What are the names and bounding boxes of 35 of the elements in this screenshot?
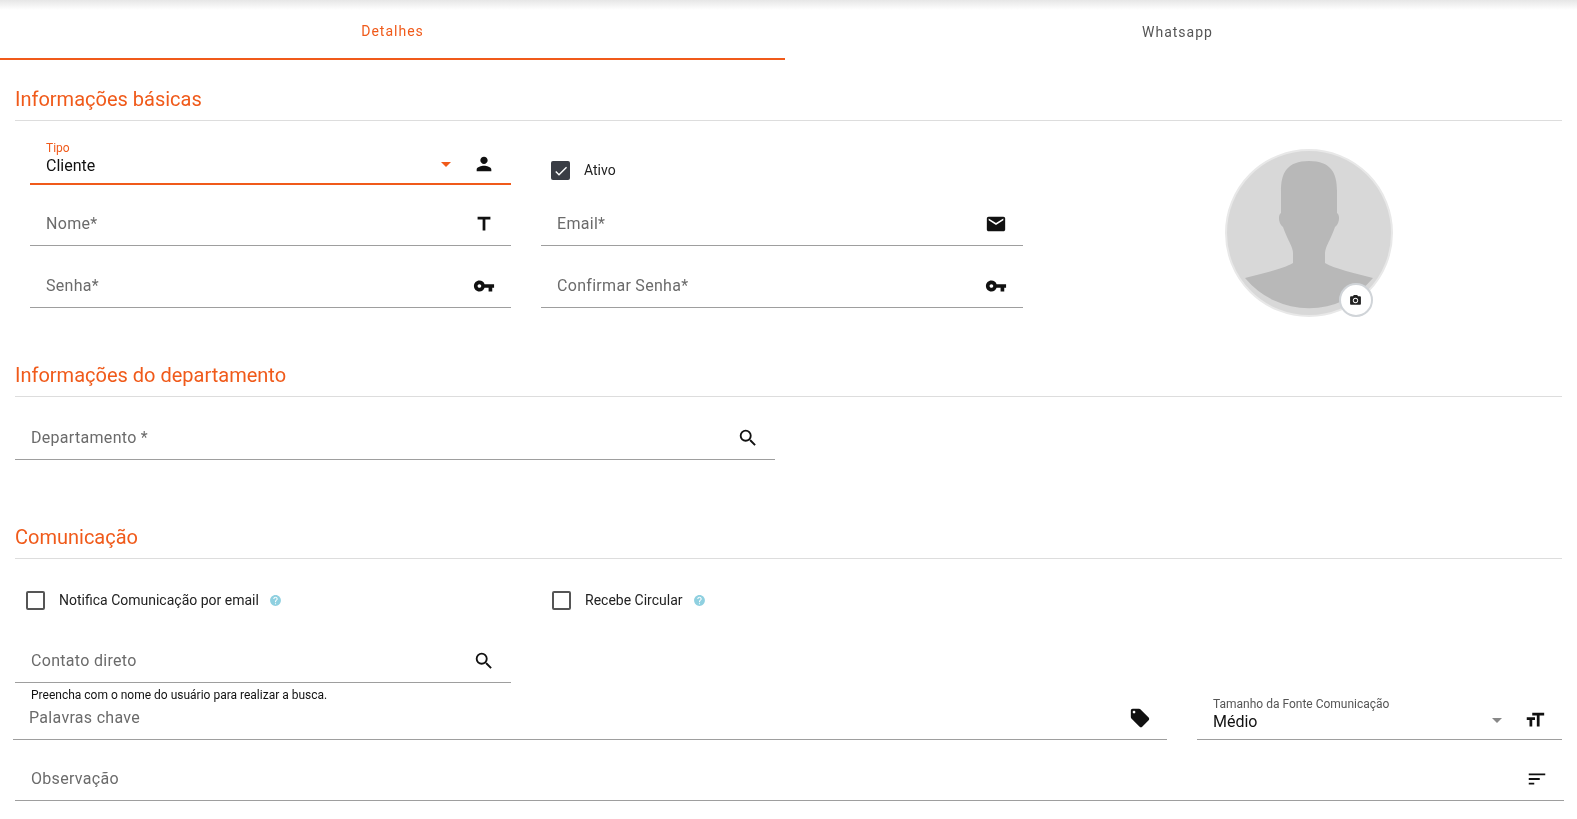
text-input[interactable]: Observação — [31, 766, 1526, 791]
input-field[interactable]: Observação — [15, 757, 1564, 801]
tab[interactable]: Whatsapp — [785, 10, 1570, 60]
input-field[interactable]: Senha* — [30, 264, 511, 308]
field-label: Tipo — [46, 141, 71, 155]
checkbox-label: Notifica Comunicação por email — [59, 591, 259, 610]
section-title: Comunicação — [15, 524, 139, 551]
select-field[interactable]: Tamanho da Fonte Comunicação Médio — [1197, 696, 1562, 740]
select-field[interactable]: Tipo Cliente — [30, 135, 511, 185]
checkbox[interactable] — [551, 161, 570, 180]
text-input[interactable]: Nome* — [46, 211, 473, 236]
section-title: Informações do departamento — [15, 362, 288, 389]
checkbox[interactable] — [552, 591, 571, 610]
text-input[interactable]: Confirmar Senha* — [557, 273, 985, 298]
field-label: Tamanho da Fonte Comunicação — [1213, 697, 1391, 711]
checkbox-label: Recebe Circular — [585, 591, 683, 610]
checkbox[interactable] — [26, 591, 45, 610]
text-input[interactable]: Email* — [557, 211, 985, 236]
text-input[interactable]: Contato direto — [31, 648, 473, 673]
tag-icon — [1129, 706, 1151, 729]
input-field[interactable]: Contato direto — [15, 639, 511, 683]
camera-icon — [1349, 293, 1362, 307]
dropdown-caret-icon — [1492, 718, 1502, 723]
field-value: Médio — [1213, 711, 1259, 733]
checkbox-label: Ativo — [584, 161, 616, 180]
input-field[interactable]: Confirmar Senha* — [541, 264, 1023, 308]
field-value: Cliente — [46, 155, 97, 177]
input-field[interactable]: Email* — [541, 202, 1023, 246]
input-field[interactable]: Nome* — [30, 202, 511, 246]
text-input[interactable]: Palavras chave — [29, 705, 1129, 730]
text-input[interactable]: Departamento * — [31, 425, 737, 450]
input-field[interactable]: Departamento * — [15, 416, 775, 460]
text-input[interactable]: Senha* — [46, 273, 473, 298]
dropdown-caret-icon — [441, 162, 451, 167]
section-title: Informações básicas — [15, 86, 203, 113]
